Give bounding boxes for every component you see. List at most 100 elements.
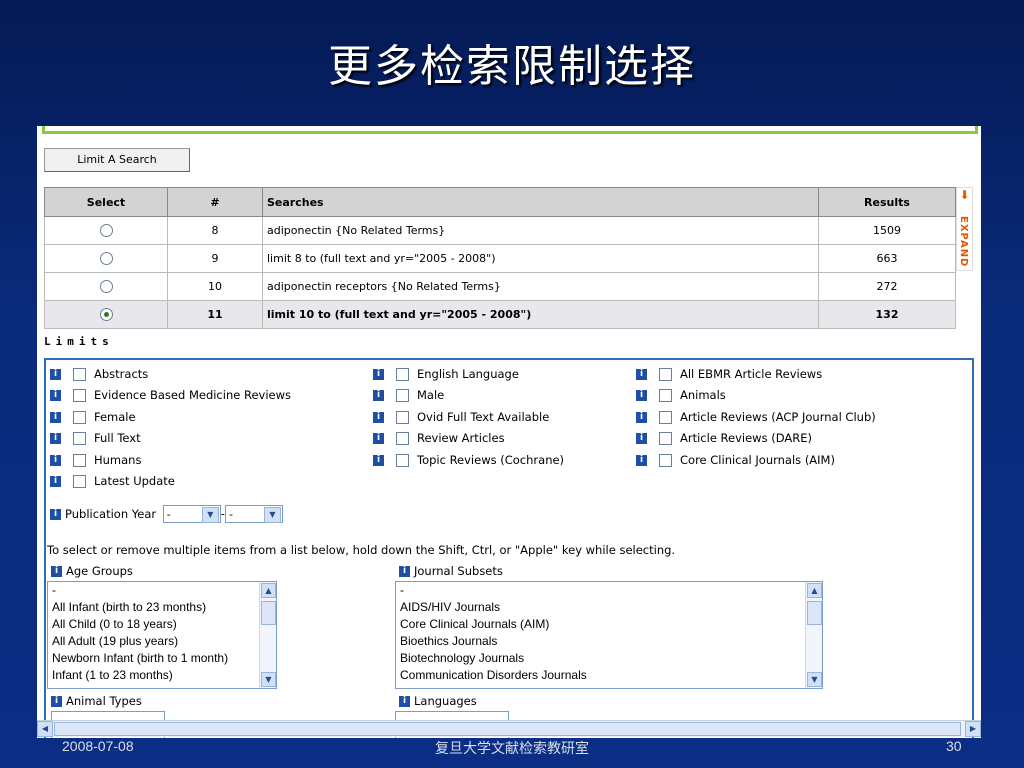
limit-label: Core Clinical Journals (AIM): [680, 452, 835, 467]
info-icon[interactable]: i: [636, 411, 647, 423]
scroll-thumb[interactable]: [54, 722, 961, 736]
list-item[interactable]: Infant (1 to 23 months): [48, 667, 276, 684]
info-icon[interactable]: i: [399, 696, 410, 707]
expand-arrow-icon: ⬇: [959, 188, 970, 202]
search-results: 132: [818, 300, 956, 329]
list-item[interactable]: Bioethics Journals: [396, 633, 822, 650]
list-item[interactable]: -: [396, 582, 822, 599]
limits-heading: Limits: [44, 335, 114, 348]
limit-checkbox[interactable]: [659, 368, 672, 381]
scroll-down-icon[interactable]: ▼: [807, 672, 822, 687]
list-item[interactable]: All Adult (19 plus years): [48, 633, 276, 650]
limit-label: Male: [417, 388, 445, 403]
animal-types-label: Animal Types: [66, 694, 142, 708]
list-item[interactable]: All Child (0 to 18 years): [48, 616, 276, 633]
scrollbar[interactable]: ▲ ▼: [805, 582, 822, 688]
info-icon[interactable]: i: [51, 566, 62, 577]
limit-option: i Humans: [50, 452, 141, 468]
publication-year-from-select[interactable]: - ▼: [162, 505, 221, 523]
limit-label: Article Reviews (DARE): [680, 431, 812, 446]
scroll-thumb[interactable]: [807, 601, 822, 625]
limit-checkbox[interactable]: [396, 389, 409, 403]
info-icon[interactable]: i: [636, 454, 647, 466]
list-item[interactable]: Core Clinical Journals (AIM): [396, 616, 822, 633]
info-icon[interactable]: i: [50, 454, 61, 466]
info-icon[interactable]: i: [50, 411, 61, 423]
multi-select-hint: To select or remove multiple items from …: [47, 543, 676, 557]
limit-checkbox[interactable]: [73, 410, 86, 424]
info-icon[interactable]: i: [51, 696, 62, 707]
table-row: 11 limit 10 to (full text and yr="2005 - …: [44, 300, 956, 329]
scroll-up-icon[interactable]: ▲: [807, 583, 822, 598]
info-icon[interactable]: i: [636, 390, 647, 402]
limit-checkbox[interactable]: [73, 453, 86, 467]
expand-toggle[interactable]: ⬇ EXPAND: [956, 187, 973, 271]
search-number: 11: [167, 300, 263, 329]
limit-checkbox[interactable]: [396, 432, 409, 446]
scroll-thumb[interactable]: [261, 601, 276, 625]
limit-checkbox[interactable]: [73, 432, 86, 446]
info-icon[interactable]: i: [373, 369, 384, 380]
limit-option: i Male: [373, 387, 444, 403]
scroll-right-icon[interactable]: ▶: [965, 721, 981, 737]
select-radio[interactable]: [99, 308, 113, 322]
list-item[interactable]: Communication Disorders Journals: [396, 667, 822, 684]
search-query: adiponectin receptors {No Related Terms}: [262, 272, 819, 301]
search-history-table: Select # Searches Results 8 adiponectin {…: [44, 187, 956, 329]
limit-checkbox[interactable]: [659, 432, 672, 446]
list-item[interactable]: AIDS/HIV Journals: [396, 599, 822, 616]
limit-label: Humans: [94, 452, 142, 467]
info-icon[interactable]: i: [636, 369, 647, 380]
select-radio[interactable]: [99, 224, 113, 238]
list-item[interactable]: Biotechnology Journals: [396, 650, 822, 667]
scroll-left-icon[interactable]: ◀: [37, 721, 53, 737]
limit-checkbox[interactable]: [396, 368, 409, 381]
limit-label: Latest Update: [94, 474, 175, 488]
journal-subsets-listbox[interactable]: - AIDS/HIV Journals Core Clinical Journals…: [395, 581, 823, 689]
limit-checkbox[interactable]: [73, 389, 86, 403]
select-radio[interactable]: [99, 280, 113, 294]
info-icon[interactable]: i: [50, 369, 61, 380]
age-groups-listbox[interactable]: - All Infant (birth to 23 months) All Chil…: [47, 581, 277, 689]
info-icon[interactable]: i: [373, 433, 384, 445]
limit-label: All EBMR Article Reviews: [680, 367, 823, 381]
col-select: Select: [44, 187, 168, 217]
limit-checkbox[interactable]: [659, 410, 672, 424]
info-icon[interactable]: i: [50, 390, 61, 402]
scroll-down-icon[interactable]: ▼: [261, 672, 276, 687]
search-number: 8: [167, 216, 263, 245]
scrollbar[interactable]: ▲ ▼: [259, 582, 276, 688]
limit-option: i Core Clinical Journals (AIM): [636, 452, 835, 468]
list-item[interactable]: -: [48, 582, 276, 599]
limit-checkbox[interactable]: [659, 453, 672, 467]
list-item[interactable]: Newborn Infant (birth to 1 month): [48, 650, 276, 667]
info-icon[interactable]: i: [50, 433, 61, 445]
expand-label: EXPAND: [958, 216, 969, 268]
limit-checkbox[interactable]: [396, 410, 409, 424]
limit-label: Topic Reviews (Cochrane): [417, 452, 565, 467]
info-icon[interactable]: i: [373, 454, 384, 466]
select-radio[interactable]: [99, 252, 113, 266]
limit-checkbox[interactable]: [73, 368, 86, 381]
limit-checkbox[interactable]: [396, 453, 409, 467]
table-row: 8 adiponectin {No Related Terms} 1509: [44, 216, 956, 245]
scroll-up-icon[interactable]: ▲: [261, 583, 276, 598]
limit-checkbox[interactable]: [73, 475, 86, 488]
limit-label: Evidence Based Medicine Reviews: [94, 388, 291, 403]
limit-option: i Article Reviews (DARE): [636, 430, 812, 446]
info-icon[interactable]: i: [50, 476, 61, 487]
info-icon[interactable]: i: [373, 411, 384, 423]
limit-a-search-button[interactable]: Limit A Search: [44, 148, 190, 172]
info-icon[interactable]: i: [636, 433, 647, 445]
limit-checkbox[interactable]: [659, 389, 672, 403]
info-icon[interactable]: i: [399, 566, 410, 577]
horizontal-scrollbar[interactable]: ◀ ▶: [37, 720, 981, 737]
limit-option: i Female: [50, 409, 136, 425]
col-results: Results: [818, 187, 956, 217]
publication-year-to-select[interactable]: - ▼: [224, 505, 283, 523]
info-icon[interactable]: i: [50, 508, 61, 520]
list-item[interactable]: All Infant (birth to 23 months): [48, 599, 276, 616]
ovid-screenshot: Limit A Search Select # Searches Results…: [37, 126, 981, 738]
info-icon[interactable]: i: [373, 390, 384, 402]
limit-option: i Article Reviews (ACP Journal Club): [636, 409, 876, 425]
